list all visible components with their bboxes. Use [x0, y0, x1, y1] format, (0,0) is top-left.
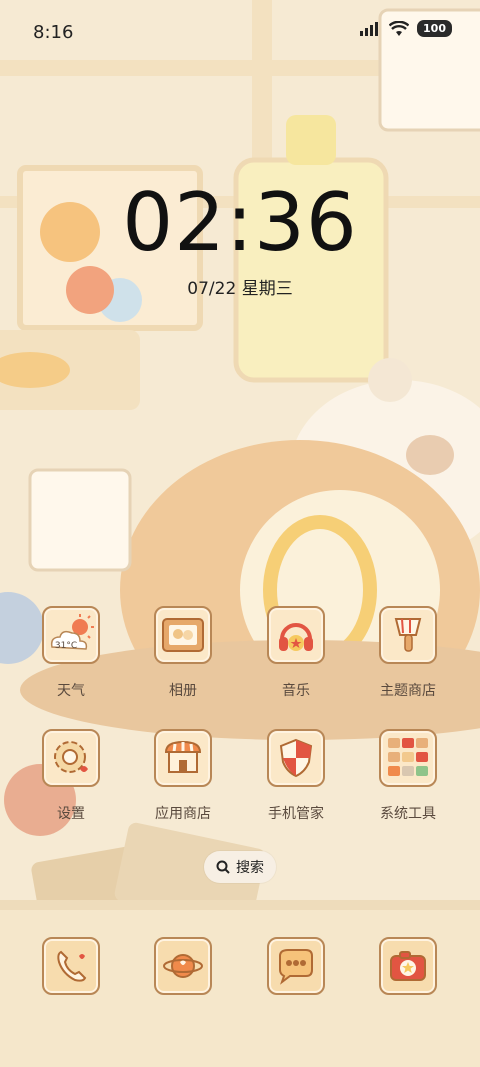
- dock-camera[interactable]: [358, 937, 458, 995]
- home-date[interactable]: 07/22 星期三: [0, 274, 480, 299]
- app-label: 相册: [169, 683, 197, 699]
- app-label: 手机管家: [268, 806, 324, 822]
- app-music[interactable]: 音乐: [246, 606, 346, 700]
- folder-icon: [379, 729, 437, 787]
- app-tools[interactable]: 系统工具: [358, 729, 458, 823]
- search-button[interactable]: 搜索: [204, 851, 276, 883]
- weather-icon: 31°C: [42, 606, 100, 664]
- app-weather[interactable]: 31°C 天气: [21, 606, 121, 700]
- paintbrush-icon: [379, 606, 437, 664]
- wallpaper: [0, 0, 480, 1067]
- signal-icon: [360, 21, 379, 36]
- camera-icon: [379, 937, 437, 995]
- app-appstore[interactable]: 应用商店: [133, 729, 233, 823]
- app-gallery[interactable]: 相册: [133, 606, 233, 700]
- battery-indicator: 100: [417, 20, 452, 37]
- search-icon: [216, 860, 230, 874]
- storefront-icon: [154, 729, 212, 787]
- dock-browser[interactable]: [133, 937, 233, 995]
- weather-temp: 31°C: [55, 641, 77, 651]
- app-themes[interactable]: 主题商店: [358, 606, 458, 700]
- planet-icon: [154, 937, 212, 995]
- app-security[interactable]: 手机管家: [246, 729, 346, 823]
- app-label: 音乐: [282, 683, 310, 699]
- phone-icon: [42, 937, 100, 995]
- app-label: 系统工具: [380, 806, 436, 822]
- shield-icon: [267, 729, 325, 787]
- dock-messages[interactable]: [246, 937, 346, 995]
- headphones-icon: [267, 606, 325, 664]
- app-label: 天气: [57, 683, 85, 699]
- message-icon: [267, 937, 325, 995]
- home-clock[interactable]: 02:36: [0, 176, 480, 269]
- app-label: 主题商店: [380, 683, 436, 699]
- app-label: 应用商店: [155, 806, 211, 822]
- status-time: 8:16: [33, 22, 74, 43]
- search-label: 搜索: [236, 860, 264, 876]
- dock-phone[interactable]: [21, 937, 121, 995]
- app-settings[interactable]: 设置: [21, 729, 121, 823]
- gear-icon: [42, 729, 100, 787]
- status-bar: 8:16 100: [0, 0, 480, 68]
- status-icons: 100: [359, 20, 452, 37]
- app-label: 设置: [57, 806, 85, 822]
- photo-frame-icon: [154, 606, 212, 664]
- wifi-icon: [389, 20, 410, 36]
